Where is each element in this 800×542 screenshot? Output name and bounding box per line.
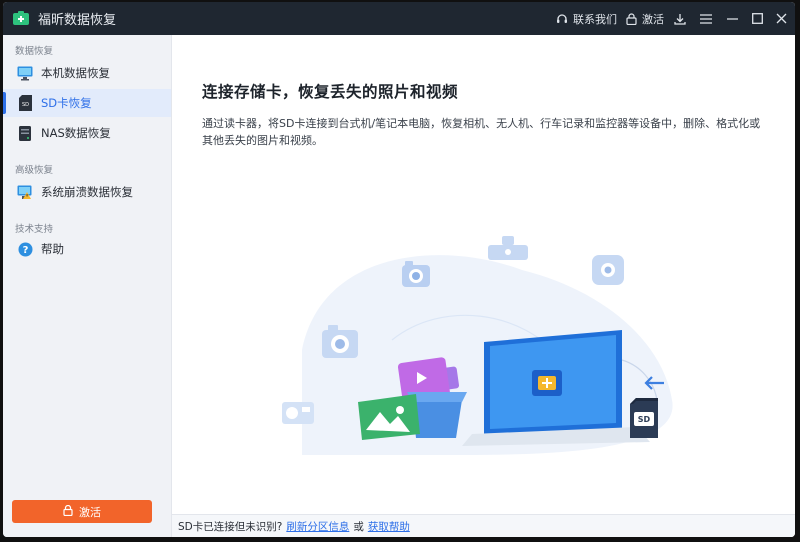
sd-card-illustration: SD [630, 398, 658, 438]
contact-us-label: 联系我们 [573, 12, 617, 26]
page-title: 连接存储卡，恢复丢失的照片和视频 [202, 83, 459, 101]
lock-icon [626, 12, 637, 25]
activate-button[interactable]: 激活 [12, 500, 152, 523]
sidebar-item-label: 系统崩溃数据恢复 [41, 185, 133, 199]
footer-text: SD卡已连接但未识别? [178, 521, 283, 533]
sidebar-item-system-crash-recovery[interactable]: 系统崩溃数据恢复 [3, 178, 171, 206]
app-window: 福昕数据恢复 联系我们 激活 数据恢复 本机数据恢复 SD SD卡恢复 NAS数… [3, 2, 795, 537]
sidebar-item-label: NAS数据恢复 [41, 126, 111, 140]
section-label-support: 技术支持 [15, 224, 54, 235]
monitor-icon [17, 65, 33, 81]
sidebar-item-label: SD卡恢复 [41, 96, 92, 110]
main-content: 连接存储卡，恢复丢失的照片和视频 通过读卡器，将SD卡连接到台式机/笔记本电脑，… [172, 35, 795, 537]
minimize-icon [727, 13, 738, 24]
sidebar-item-label: 帮助 [41, 242, 64, 256]
action-camera-icon [282, 402, 314, 424]
section-label-advanced: 高级恢复 [15, 165, 54, 176]
dashcam-icon [488, 236, 528, 260]
title-bar: 福昕数据恢复 联系我们 激活 [3, 2, 795, 35]
minimize-button[interactable] [727, 2, 738, 35]
maximize-icon [752, 13, 763, 24]
hamburger-menu-icon [700, 13, 712, 24]
lock-icon [63, 504, 73, 519]
maximize-button[interactable] [752, 2, 763, 35]
svg-text:SD: SD [21, 102, 28, 108]
sd-label: SD [638, 415, 651, 424]
activate-toolbar-label: 激活 [642, 12, 664, 26]
contact-us-button[interactable]: 联系我们 [556, 2, 617, 35]
download-button[interactable] [674, 2, 686, 35]
sd-recovery-illustration: SD [282, 236, 673, 455]
system-crash-icon [17, 184, 33, 200]
page-description: 通过读卡器，将SD卡连接到台式机/笔记本电脑，恢复相机、无人机、行车记录和监控器… [202, 117, 761, 147]
menu-button[interactable] [700, 2, 712, 35]
svg-text:?: ? [22, 245, 28, 256]
security-camera-icon [592, 255, 624, 285]
help-icon: ? [17, 241, 33, 257]
headset-icon [556, 13, 568, 25]
close-icon [776, 13, 787, 24]
sidebar: 数据恢复 本机数据恢复 SD SD卡恢复 NAS数据恢复 高级恢复 系统崩溃数据… [3, 35, 172, 537]
activate-button-label: 激活 [79, 505, 101, 519]
sidebar-item-nas-recovery[interactable]: NAS数据恢复 [3, 119, 171, 147]
activate-toolbar-button[interactable]: 激活 [626, 2, 664, 35]
sidebar-item-label: 本机数据恢复 [41, 66, 110, 80]
sidebar-item-local-recovery[interactable]: 本机数据恢复 [3, 59, 171, 87]
nas-icon [17, 125, 33, 141]
download-icon [674, 13, 686, 25]
get-help-link[interactable]: 获取帮助 [368, 519, 410, 534]
sidebar-item-sd-recovery[interactable]: SD SD卡恢复 [3, 89, 171, 117]
close-button[interactable] [776, 2, 787, 35]
sidebar-item-help[interactable]: ? 帮助 [3, 235, 171, 263]
footer-or: 或 [353, 521, 364, 533]
laptop-icon [462, 330, 650, 446]
sd-card-icon: SD [17, 95, 33, 111]
refresh-partition-link[interactable]: 刷新分区信息 [286, 519, 349, 534]
section-label-recovery: 数据恢复 [15, 46, 54, 57]
app-logo-icon [13, 11, 29, 25]
app-title: 福昕数据恢复 [38, 13, 117, 28]
footer-bar: SD卡已连接但未识别? 刷新分区信息 或 获取帮助 [172, 514, 795, 537]
